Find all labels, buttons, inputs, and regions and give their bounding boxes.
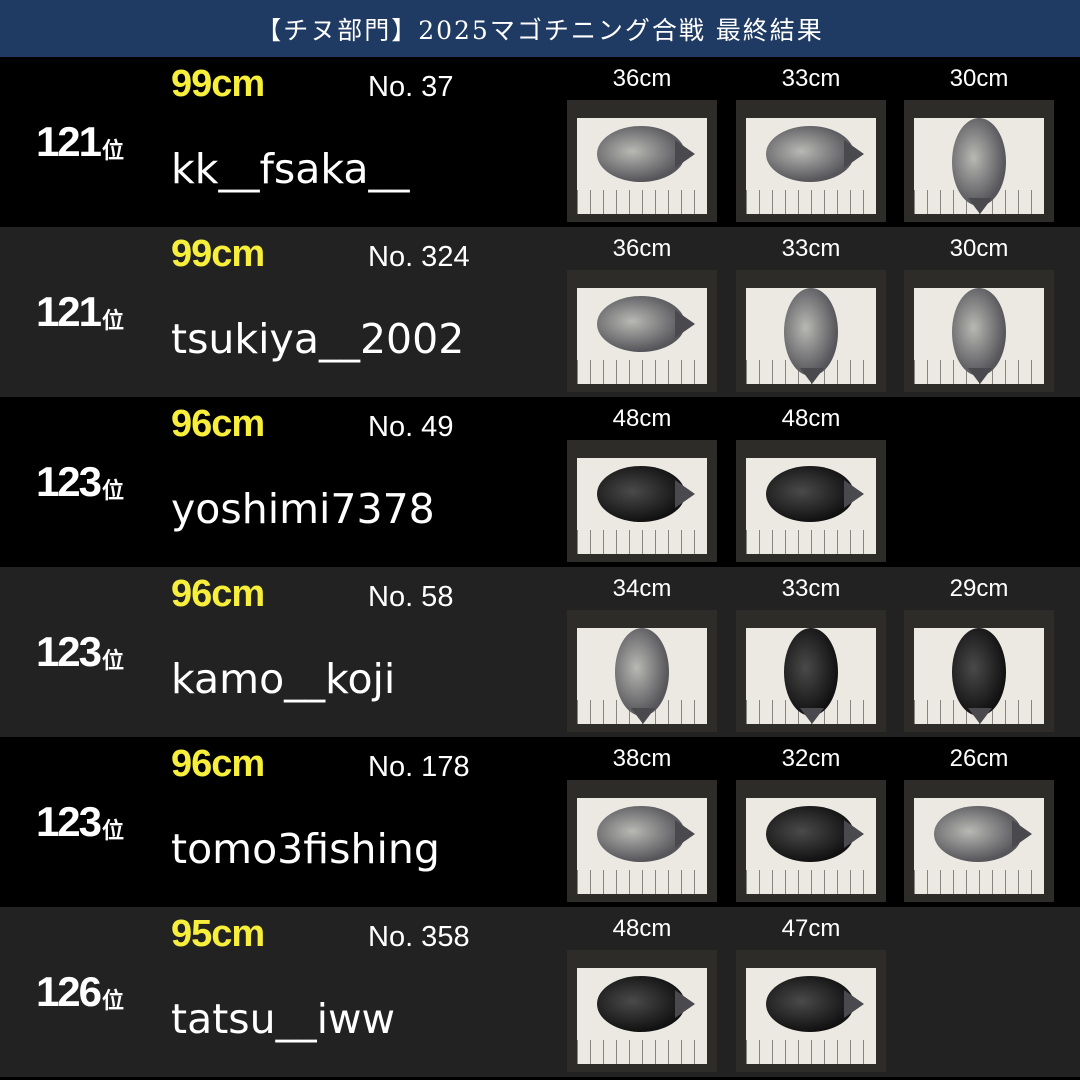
rank-number: 126 <box>35 968 102 1015</box>
catch-length: 38cm <box>612 745 672 772</box>
catch-1: 36cm <box>567 65 717 222</box>
catch-3: 30cm <box>904 65 1054 222</box>
total-length: 96cm <box>171 743 265 785</box>
fish-photo[interactable] <box>567 270 717 392</box>
rank-number: 123 <box>35 628 102 675</box>
fish-photo[interactable] <box>567 440 717 562</box>
username: tsukiya__2002 <box>171 315 465 363</box>
fish-photo[interactable] <box>736 610 886 732</box>
catch-3: 30cm <box>904 235 1054 392</box>
ranking-row: 121 位 99cm No. 37 kk__fsaka__ 36cm 33cm 3… <box>0 57 1080 227</box>
catch-1: 48cm <box>567 915 717 1072</box>
rank-suffix: 位 <box>102 818 125 843</box>
entry-number: No. 358 <box>368 921 470 953</box>
total-length: 96cm <box>171 573 265 615</box>
fish-photo[interactable] <box>736 780 886 902</box>
catch-length: 26cm <box>949 745 1009 772</box>
rank-number: 123 <box>35 798 102 845</box>
catch-length: 29cm <box>949 575 1009 602</box>
page-title: 【チヌ部門】2025マゴチニング合戦 最終結果 <box>0 0 1080 57</box>
rank-suffix: 位 <box>102 478 125 503</box>
catch-1: 48cm <box>567 405 717 562</box>
fish-photo[interactable] <box>736 950 886 1072</box>
username: kk__fsaka__ <box>171 145 410 193</box>
rank: 126 位 <box>0 907 160 1077</box>
rank: 123 位 <box>0 737 160 907</box>
rank: 123 位 <box>0 397 160 567</box>
rank: 121 位 <box>0 227 160 397</box>
fish-photo[interactable] <box>567 780 717 902</box>
ranking-row: 121 位 99cm No. 324 tsukiya__2002 36cm 33c… <box>0 227 1080 397</box>
rank-number: 121 <box>35 118 102 165</box>
catch-3: 26cm <box>904 745 1054 902</box>
catch-length: 36cm <box>612 65 672 92</box>
rank-number: 123 <box>35 458 102 505</box>
catch-1: 34cm <box>567 575 717 732</box>
fish-photo[interactable] <box>904 780 1054 902</box>
catch-2: 32cm <box>736 745 886 902</box>
ranking-row: 126 位 95cm No. 358 tatsu__iww 48cm 47cm <box>0 907 1080 1077</box>
rank-suffix: 位 <box>102 988 125 1013</box>
catch-length: 33cm <box>781 235 841 262</box>
fish-photo[interactable] <box>567 610 717 732</box>
catch-length: 47cm <box>781 915 841 942</box>
catch-length: 48cm <box>612 915 672 942</box>
catch-length: 33cm <box>781 65 841 92</box>
username: tatsu__iww <box>171 995 396 1043</box>
catch-3: 29cm <box>904 575 1054 732</box>
total-length: 95cm <box>171 913 265 955</box>
username: kamo__koji <box>171 655 396 703</box>
catch-length: 30cm <box>949 235 1009 262</box>
entry-number: No. 178 <box>368 751 470 783</box>
catch-2: 47cm <box>736 915 886 1072</box>
fish-photo[interactable] <box>904 270 1054 392</box>
ranking-row: 123 位 96cm No. 49 yoshimi7378 48cm 48cm <box>0 397 1080 567</box>
catch-length: 36cm <box>612 235 672 262</box>
fish-photo[interactable] <box>736 440 886 562</box>
catch-1: 36cm <box>567 235 717 392</box>
catch-2: 33cm <box>736 235 886 392</box>
fish-photo[interactable] <box>736 100 886 222</box>
catch-length: 48cm <box>781 405 841 432</box>
ranking-row: 123 位 96cm No. 178 tomo3fishing 38cm 32cm… <box>0 737 1080 907</box>
catch-length: 33cm <box>781 575 841 602</box>
catch-2: 33cm <box>736 65 886 222</box>
entry-number: No. 37 <box>368 71 454 103</box>
total-length: 99cm <box>171 63 265 105</box>
catch-1: 38cm <box>567 745 717 902</box>
catch-2: 48cm <box>736 405 886 562</box>
entry-number: No. 324 <box>368 241 470 273</box>
catch-length: 30cm <box>949 65 1009 92</box>
catch-length: 34cm <box>612 575 672 602</box>
fish-photo[interactable] <box>567 950 717 1072</box>
fish-photo[interactable] <box>736 270 886 392</box>
catch-length: 32cm <box>781 745 841 772</box>
rank: 123 位 <box>0 567 160 737</box>
rank-number: 121 <box>35 288 102 335</box>
fish-photo[interactable] <box>904 100 1054 222</box>
entry-number: No. 58 <box>368 581 454 613</box>
username: yoshimi7378 <box>171 485 435 533</box>
fish-photo[interactable] <box>904 610 1054 732</box>
catch-2: 33cm <box>736 575 886 732</box>
rank-suffix: 位 <box>102 308 125 333</box>
username: tomo3fishing <box>171 825 440 873</box>
ranking-row: 123 位 96cm No. 58 kamo__koji 34cm 33cm 29… <box>0 567 1080 737</box>
rank-suffix: 位 <box>102 648 125 673</box>
total-length: 99cm <box>171 233 265 275</box>
entry-number: No. 49 <box>368 411 454 443</box>
total-length: 96cm <box>171 403 265 445</box>
rank: 121 位 <box>0 57 160 227</box>
catch-length: 48cm <box>612 405 672 432</box>
rank-suffix: 位 <box>102 138 125 163</box>
fish-photo[interactable] <box>567 100 717 222</box>
